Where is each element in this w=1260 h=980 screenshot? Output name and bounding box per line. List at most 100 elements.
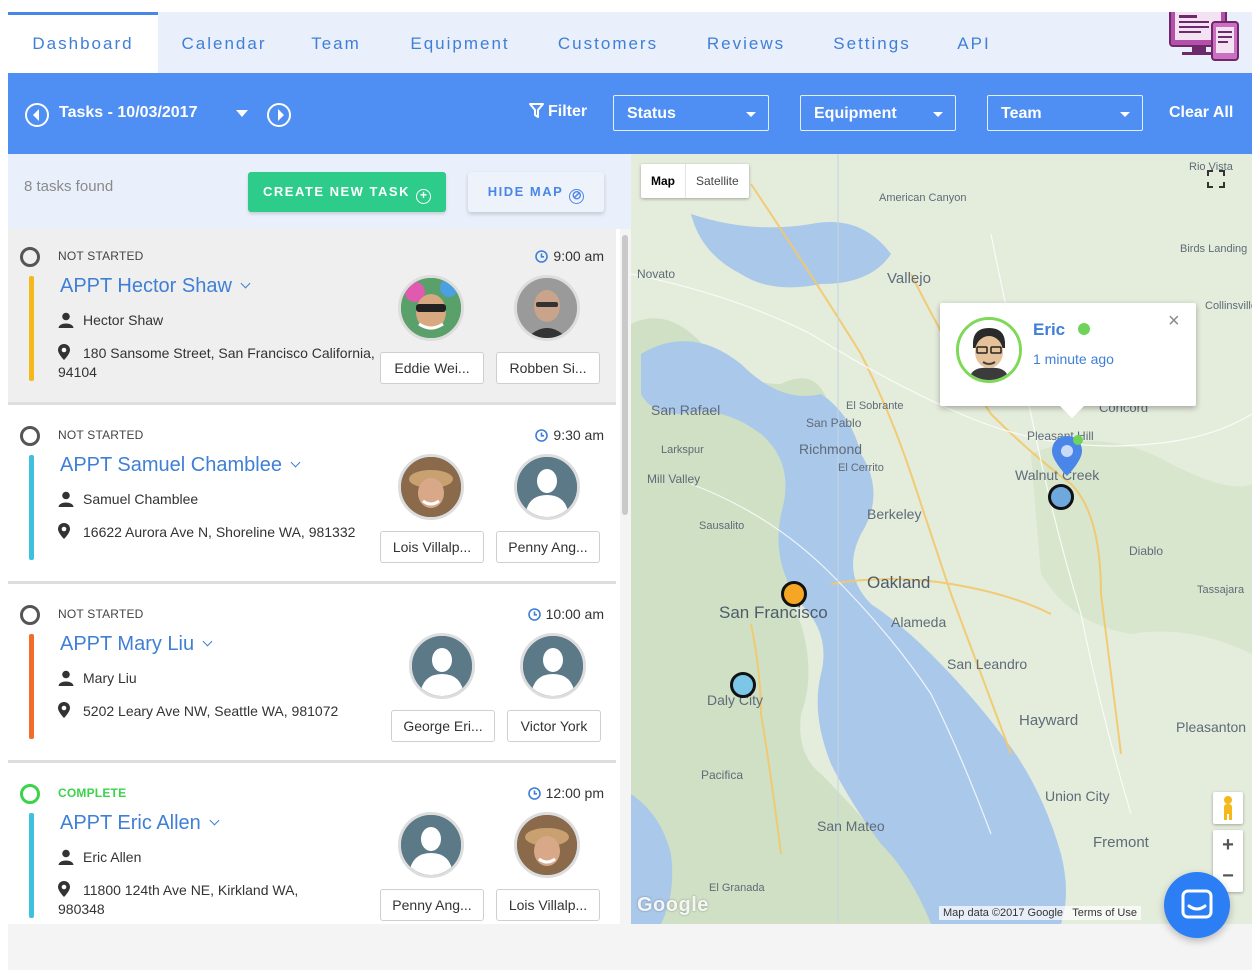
map-label: Oakland bbox=[867, 573, 931, 592]
map-label: Larkspur bbox=[661, 444, 704, 456]
filter-label: Filter bbox=[548, 103, 588, 120]
location-pin-icon[interactable] bbox=[1050, 434, 1084, 478]
map-label: San Rafael bbox=[651, 402, 721, 418]
task-card[interactable]: COMPLETE 12:00 pm APPT Eric Allen Eric A… bbox=[8, 766, 616, 924]
map-label: Birds Landing bbox=[1180, 243, 1248, 255]
tasks-count: 8 tasks found bbox=[24, 178, 114, 195]
map-label: Pacifica bbox=[701, 768, 744, 782]
create-task-button[interactable]: CREATE NEW TASK + bbox=[248, 172, 446, 212]
map-label: Mill Valley bbox=[647, 472, 701, 486]
map-label: El Cerrito bbox=[838, 462, 884, 474]
task-address-line1: 16622 Aurora Ave N, Shoreline WA, 981332 bbox=[83, 524, 356, 540]
zoom-in-button[interactable]: + bbox=[1213, 830, 1243, 861]
map-type-satellite[interactable]: Satellite bbox=[685, 164, 749, 198]
map-view[interactable]: Map Satellite American Canyon Vallejo No… bbox=[631, 154, 1252, 924]
task-title-text: APPT Eric Allen bbox=[60, 812, 201, 834]
task-time-value: 9:00 am bbox=[553, 248, 604, 264]
task-title[interactable]: APPT Hector Shaw bbox=[60, 275, 251, 298]
filter-button[interactable]: Filter bbox=[529, 103, 587, 121]
assignee-name: Robben Si... bbox=[496, 352, 600, 384]
tab-reviews[interactable]: Reviews bbox=[698, 12, 794, 73]
map-label: San Pablo bbox=[806, 416, 862, 430]
task-status: COMPLETE bbox=[58, 786, 127, 800]
task-title[interactable]: APPT Eric Allen bbox=[60, 812, 220, 835]
tab-calendar[interactable]: Calendar bbox=[170, 12, 278, 73]
task-time: 9:00 am bbox=[535, 248, 604, 264]
tab-team[interactable]: Team bbox=[298, 12, 374, 73]
task-title[interactable]: APPT Samuel Chamblee bbox=[60, 454, 301, 477]
assignee-name: Lois Villalp... bbox=[380, 531, 484, 563]
map-marker[interactable] bbox=[730, 672, 756, 698]
tab-customers[interactable]: Customers bbox=[548, 12, 668, 73]
task-color-bar bbox=[29, 276, 34, 381]
assignee-name: Victor York bbox=[507, 710, 601, 742]
map-label: Hayward bbox=[1019, 712, 1079, 729]
task-card[interactable]: NOT STARTED 9:30 am APPT Samuel Chamblee… bbox=[8, 408, 616, 584]
equipment-select-label: Equipment bbox=[814, 105, 897, 122]
map-type-map[interactable]: Map bbox=[641, 164, 685, 198]
task-time-value: 12:00 pm bbox=[545, 785, 604, 801]
avatar-placeholder bbox=[398, 812, 464, 878]
map-marker[interactable] bbox=[781, 581, 807, 607]
task-customer: Mary Liu bbox=[58, 670, 137, 686]
chat-icon bbox=[1181, 889, 1213, 919]
assignee-name: Lois Villalp... bbox=[496, 889, 600, 921]
hide-map-button[interactable]: HIDE MAP ⊘ bbox=[468, 172, 604, 212]
avatar bbox=[514, 812, 580, 878]
scrollbar-thumb[interactable] bbox=[622, 235, 628, 515]
funnel-icon bbox=[529, 103, 544, 118]
clock-icon bbox=[527, 608, 541, 621]
map-marker[interactable] bbox=[1048, 484, 1074, 510]
equipment-select[interactable]: Equipment bbox=[800, 95, 956, 131]
map-label: Novato bbox=[637, 267, 676, 281]
tab-settings[interactable]: Settings bbox=[824, 12, 920, 73]
task-time-value: 9:30 am bbox=[553, 427, 604, 443]
task-card[interactable]: NOT STARTED 9:00 am APPT Hector Shaw Hec… bbox=[8, 229, 616, 405]
popup-last-seen: 1 minute ago bbox=[1033, 351, 1114, 367]
app-window: Dashboard Calendar Team Equipment Custom… bbox=[8, 12, 1252, 970]
task-customer: Eric Allen bbox=[58, 849, 141, 865]
map-label: El Granada bbox=[709, 882, 765, 894]
task-address-line1: 11800 124th Ave NE, Kirkland WA, bbox=[83, 882, 299, 898]
task-list-scrollbar[interactable] bbox=[620, 229, 631, 924]
chevron-right-circle-icon[interactable] bbox=[267, 103, 291, 127]
map-label: San Leandro bbox=[947, 656, 1028, 672]
chat-launcher-button[interactable] bbox=[1164, 872, 1230, 938]
team-select-label: Team bbox=[1001, 105, 1042, 122]
tab-api[interactable]: API bbox=[948, 12, 1000, 73]
task-time: 12:00 pm bbox=[527, 785, 604, 801]
close-icon[interactable]: × bbox=[1168, 311, 1180, 331]
status-ring-icon bbox=[20, 784, 40, 804]
status-select[interactable]: Status bbox=[613, 95, 769, 131]
team-select[interactable]: Team bbox=[987, 95, 1143, 131]
tab-dashboard[interactable]: Dashboard bbox=[8, 12, 158, 73]
task-title-text: APPT Hector Shaw bbox=[60, 275, 232, 297]
map-pin-icon bbox=[58, 881, 70, 897]
person-icon bbox=[58, 491, 74, 507]
terms-of-use-link[interactable]: Terms of Use bbox=[1072, 907, 1137, 919]
map-label: Diablo bbox=[1129, 544, 1164, 558]
street-view-pegman-icon[interactable] bbox=[1213, 792, 1243, 824]
task-title[interactable]: APPT Mary Liu bbox=[60, 633, 213, 656]
map-label: Richmond bbox=[799, 441, 863, 457]
task-address: 16622 Aurora Ave N, Shoreline WA, 981332 bbox=[58, 523, 378, 542]
task-card[interactable]: NOT STARTED 10:00 am APPT Mary Liu Mary … bbox=[8, 587, 616, 763]
map-background bbox=[631, 154, 1252, 924]
map-label: Berkeley bbox=[867, 506, 922, 522]
avatar bbox=[956, 317, 1022, 383]
task-status: NOT STARTED bbox=[58, 428, 144, 442]
chevron-left-circle-icon[interactable] bbox=[25, 103, 49, 127]
chevron-down-icon bbox=[209, 815, 220, 826]
eye-off-icon: ⊘ bbox=[569, 189, 585, 204]
clear-all-button[interactable]: Clear All bbox=[1169, 104, 1233, 122]
avatar bbox=[514, 275, 580, 341]
status-ring-icon bbox=[20, 426, 40, 446]
hide-map-label: HIDE MAP bbox=[487, 184, 564, 199]
task-address: 11800 124th Ave NE, Kirkland WA, 980348 bbox=[58, 881, 378, 919]
date-dropdown-caret-icon[interactable] bbox=[236, 110, 248, 117]
task-title-text: APPT Mary Liu bbox=[60, 633, 195, 655]
tab-equipment[interactable]: Equipment bbox=[400, 12, 520, 73]
avatar-placeholder bbox=[514, 454, 580, 520]
popup-name[interactable]: Eric bbox=[1033, 320, 1065, 340]
map-pin-icon bbox=[58, 523, 70, 539]
